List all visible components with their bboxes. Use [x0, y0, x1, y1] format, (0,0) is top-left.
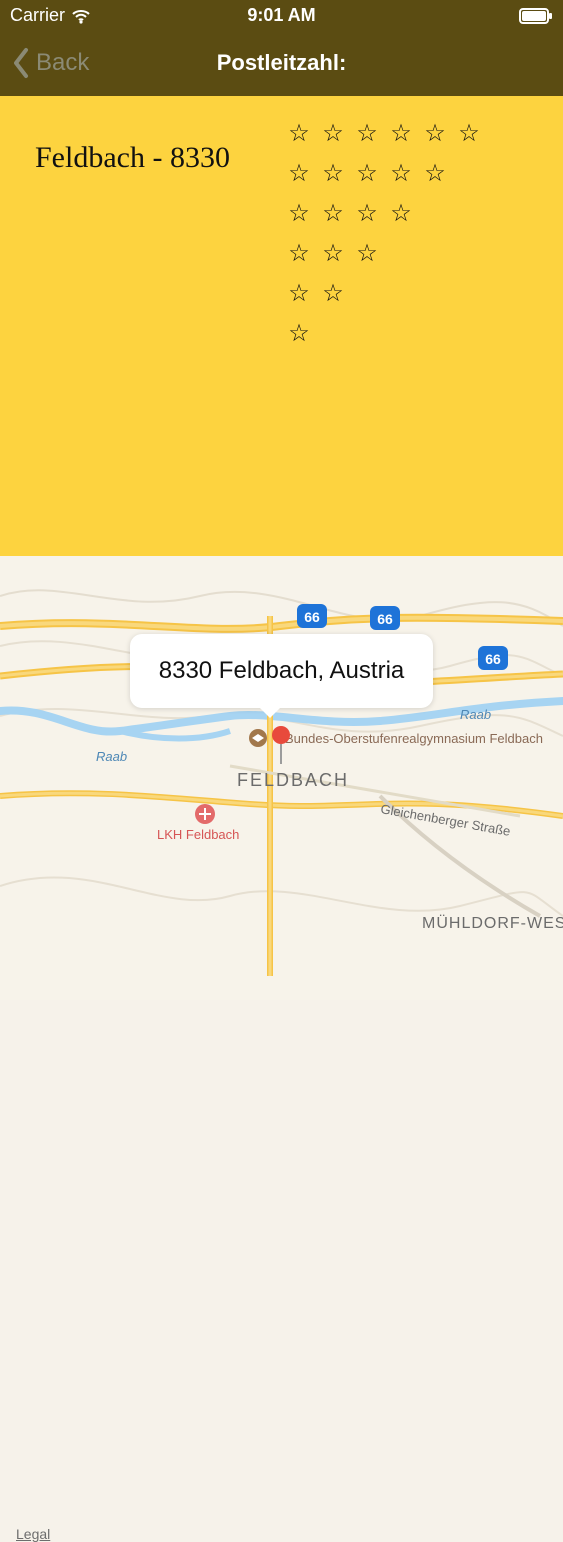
highway-shield-1: 66	[304, 609, 320, 625]
river-label-2: Raab	[460, 707, 491, 722]
map-callout[interactable]: 8330 Feldbach, Austria	[130, 634, 433, 718]
star-icon: ☆	[322, 240, 344, 267]
star-icon: ☆	[322, 200, 344, 227]
star-icon: ☆	[390, 160, 412, 187]
star-row: ☆ ☆ ☆ ☆ ☆	[287, 154, 481, 194]
river-label-1: Raab	[96, 749, 127, 764]
content-area: Feldbach - 8330 ☆ ☆ ☆ ☆ ☆ ☆ ☆ ☆ ☆ ☆ ☆ ☆ ☆ ☆ ☆ ☆ ☆ ☆ ☆ ☆ ☆	[0, 96, 563, 556]
district-label: MÜHLDORF-WEST	[422, 914, 563, 932]
legal-link[interactable]: Legal	[16, 1526, 50, 1542]
star-icon: ☆	[356, 120, 378, 147]
star-icon: ☆	[288, 240, 310, 267]
star-icon: ☆	[288, 120, 310, 147]
star-icon: ☆	[288, 160, 310, 187]
highway-shield-2: 66	[377, 611, 393, 627]
star-icon: ☆	[356, 160, 378, 187]
school-label: Bundes-Oberstufenrealgymnasium Feldbach	[285, 731, 543, 746]
callout-text: 8330 Feldbach, Austria	[158, 657, 405, 684]
map-view[interactable]: 66 66 66 Raab Raab Bundes-Oberstufenreal…	[0, 556, 563, 1542]
star-row: ☆ ☆ ☆ ☆ ☆ ☆	[287, 114, 481, 154]
star-row: ☆ ☆ ☆	[287, 234, 481, 274]
star-icon: ☆	[424, 160, 446, 187]
star-icon: ☆	[288, 320, 310, 347]
navigation-bar: Back Postleitzahl:	[0, 32, 563, 96]
highway-shield-3: 66	[485, 651, 501, 667]
hospital-label: LKH Feldbach	[157, 827, 239, 842]
star-icon: ☆	[322, 160, 344, 187]
star-row: ☆ ☆ ☆ ☆	[287, 194, 481, 234]
star-icon: ☆	[322, 280, 344, 307]
page-title: Postleitzahl:	[216, 50, 347, 75]
map-canvas[interactable]: 66 66 66 Raab Raab Bundes-Oberstufenreal…	[0, 556, 563, 1000]
star-icon: ☆	[458, 120, 480, 147]
star-icon: ☆	[356, 240, 378, 267]
star-icon: ☆	[288, 200, 310, 227]
place-label: Feldbach - 8330	[35, 141, 230, 174]
status-bar: Carrier 9:01 AM	[0, 0, 563, 32]
time-label: 9:01 AM	[247, 5, 316, 25]
star-icon: ☆	[390, 200, 412, 227]
star-icon: ☆	[356, 200, 378, 227]
star-icon: ☆	[288, 280, 310, 307]
star-icon: ☆	[424, 120, 446, 147]
star-icon: ☆	[390, 120, 412, 147]
town-label: FELDBACH	[237, 770, 349, 790]
star-row: ☆	[287, 314, 481, 354]
status-right	[519, 8, 553, 29]
star-icon: ☆	[322, 120, 344, 147]
map-pin-icon[interactable]	[272, 726, 290, 744]
star-row: ☆ ☆	[287, 274, 481, 314]
battery-icon	[519, 8, 552, 24]
star-pyramid: ☆ ☆ ☆ ☆ ☆ ☆ ☆ ☆ ☆ ☆ ☆ ☆ ☆ ☆ ☆ ☆ ☆ ☆ ☆ ☆ ☆	[287, 114, 481, 354]
